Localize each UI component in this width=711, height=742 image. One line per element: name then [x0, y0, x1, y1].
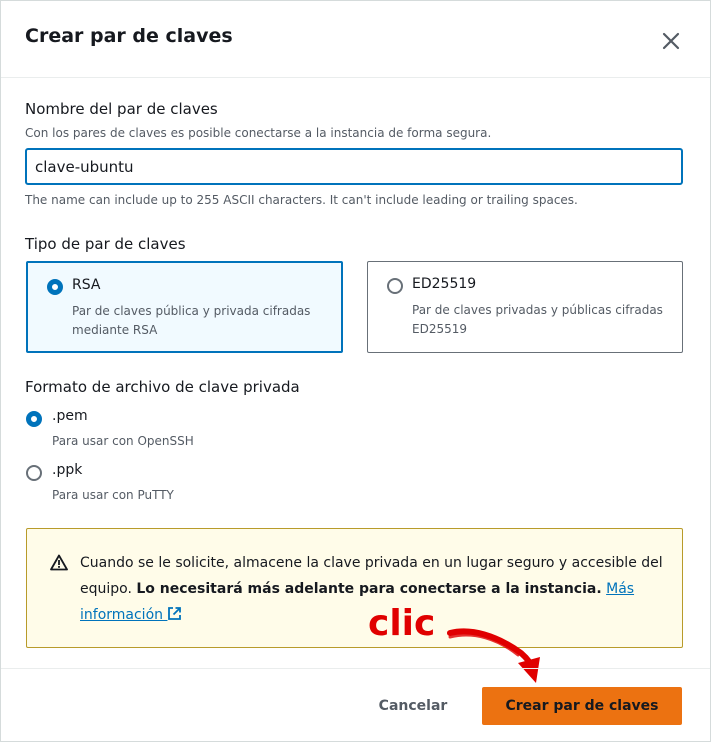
- key-name-constraint: The name can include up to 255 ASCII cha…: [25, 193, 578, 207]
- key-name-label: Nombre del par de claves: [25, 100, 218, 118]
- key-type-ed25519-tile[interactable]: ED25519 Par de claves privadas y pública…: [367, 261, 683, 353]
- warning-bold-message: Lo necesitará más adelante para conectar…: [136, 581, 602, 597]
- close-icon: [662, 32, 680, 50]
- clic-annotation: clic: [368, 603, 436, 644]
- dialog-title: Crear par de claves: [25, 25, 233, 47]
- key-type-label: Tipo de par de claves: [25, 235, 186, 253]
- warning-icon: [50, 554, 68, 571]
- red-arrow-annotation: [447, 628, 540, 683]
- ed25519-description: Par de claves privadas y públicas cifrad…: [412, 303, 663, 336]
- rsa-radio[interactable]: [47, 279, 63, 295]
- ed25519-title: ED25519: [412, 276, 477, 292]
- ppk-title: .ppk: [52, 462, 83, 478]
- cancel-button[interactable]: Cancelar: [367, 687, 459, 725]
- pem-description: Para usar con OpenSSH: [52, 434, 194, 448]
- ppk-radio[interactable]: [26, 465, 42, 481]
- create-key-pair-button[interactable]: Crear par de claves: [482, 687, 682, 725]
- key-type-rsa-tile[interactable]: RSA Par de claves pública y privada cifr…: [26, 261, 343, 353]
- dialog-header: Crear par de claves: [1, 1, 710, 78]
- close-button[interactable]: [655, 25, 687, 57]
- rsa-description: Par de claves pública y privada cifradas…: [72, 304, 311, 337]
- warning-alert: Cuando se le solicite, almacene la clave…: [26, 528, 683, 648]
- key-name-input[interactable]: [25, 148, 683, 185]
- file-format-label: Formato de archivo de clave privada: [25, 378, 300, 396]
- external-link-icon: [168, 607, 182, 620]
- rsa-title: RSA: [72, 277, 101, 293]
- pem-title: .pem: [52, 408, 88, 424]
- ppk-description: Para usar con PuTTY: [52, 488, 174, 502]
- pem-radio[interactable]: [26, 411, 42, 427]
- create-key-pair-dialog: Crear par de claves Nombre del par de cl…: [0, 0, 711, 742]
- ed25519-radio[interactable]: [387, 278, 403, 294]
- key-name-description: Con los pares de claves es posible conec…: [25, 126, 492, 140]
- footer-divider: [1, 668, 710, 669]
